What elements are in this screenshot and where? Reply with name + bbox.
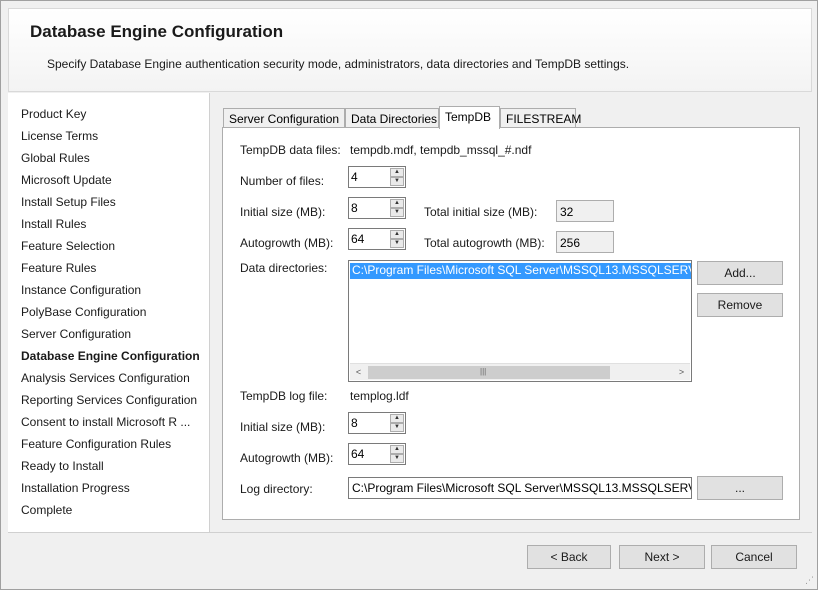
nav-item-ready-to-install[interactable]: Ready to Install: [21, 459, 104, 473]
next-button[interactable]: Next >: [619, 545, 705, 569]
number-of-files-value: 4: [351, 170, 358, 184]
page-title: Database Engine Configuration: [30, 22, 284, 41]
spin-down-icon[interactable]: ▼: [390, 208, 404, 217]
nav-item-license-terms[interactable]: License Terms: [21, 129, 98, 143]
spin-up-icon[interactable]: ▲: [390, 445, 404, 454]
nav-item-install-rules[interactable]: Install Rules: [21, 217, 86, 231]
spin-up-icon[interactable]: ▲: [390, 168, 404, 177]
tab-filestream[interactable]: FILESTREAM: [500, 108, 581, 129]
autogrowth-value: 64: [351, 232, 365, 246]
total-initial-size-value: 32: [560, 205, 574, 219]
spin-up-icon[interactable]: ▲: [390, 414, 404, 423]
tempdb-data-files-label: TempDB data files:: [240, 143, 341, 157]
nav-item-feature-configuration-rules[interactable]: Feature Configuration Rules: [21, 437, 171, 451]
log-autogrowth-stepper[interactable]: 64 ▲ ▼: [348, 443, 406, 465]
tempdb-log-file-value: templog.ldf: [350, 389, 409, 403]
nav-item-installation-progress[interactable]: Installation Progress: [21, 481, 130, 495]
log-directory-value: C:\Program Files\Microsoft SQL Server\MS…: [352, 481, 692, 495]
total-autogrowth-field: 256: [556, 231, 614, 253]
tab-tempdb[interactable]: TempDB: [439, 106, 500, 129]
nav-item-polybase-configuration[interactable]: PolyBase Configuration: [21, 305, 146, 319]
footer-divider: [8, 532, 812, 533]
log-directory-field[interactable]: C:\Program Files\Microsoft SQL Server\MS…: [348, 477, 692, 499]
data-directories-list[interactable]: C:\Program Files\Microsoft SQL Server\MS…: [348, 260, 692, 382]
initial-size-stepper[interactable]: 8 ▲ ▼: [348, 197, 406, 219]
log-initial-size-stepper[interactable]: 8 ▲ ▼: [348, 412, 406, 434]
scroll-thumb[interactable]: |||: [368, 366, 610, 379]
nav-item-reporting-services-configuration[interactable]: Reporting Services Configuration: [21, 393, 197, 407]
nav-item-analysis-services-configuration[interactable]: Analysis Services Configuration: [21, 371, 190, 385]
total-autogrowth-label: Total autogrowth (MB):: [424, 236, 545, 250]
log-autogrowth-value: 64: [351, 447, 365, 461]
scroll-right-icon[interactable]: >: [673, 364, 690, 381]
page-description: Specify Database Engine authentication s…: [47, 57, 630, 71]
initial-size-value: 8: [351, 201, 358, 215]
scroll-left-icon[interactable]: <: [350, 364, 367, 381]
nav-item-complete[interactable]: Complete: [21, 503, 72, 517]
data-directories-label: Data directories:: [240, 261, 328, 275]
list-item[interactable]: C:\Program Files\Microsoft SQL Server\MS…: [350, 263, 691, 279]
autogrowth-stepper[interactable]: 64 ▲ ▼: [348, 228, 406, 250]
spin-down-icon[interactable]: ▼: [390, 454, 404, 463]
back-button[interactable]: < Back: [527, 545, 611, 569]
remove-directory-button[interactable]: Remove: [697, 293, 783, 317]
nav-item-consent-microsoft-r[interactable]: Consent to install Microsoft R ...: [21, 415, 190, 429]
nav-item-feature-rules[interactable]: Feature Rules: [21, 261, 96, 275]
header-banner: Database Engine Configuration Specify Da…: [8, 8, 812, 92]
tempdb-data-files-value: tempdb.mdf, tempdb_mssql_#.ndf: [350, 143, 532, 157]
spin-down-icon[interactable]: ▼: [390, 239, 404, 248]
tab-server-configuration[interactable]: Server Configuration: [223, 108, 345, 129]
nav-item-instance-configuration[interactable]: Instance Configuration: [21, 283, 141, 297]
nav-item-feature-selection[interactable]: Feature Selection: [21, 239, 115, 253]
nav-item-install-setup-files[interactable]: Install Setup Files: [21, 195, 116, 209]
total-autogrowth-value: 256: [560, 236, 581, 250]
number-of-files-stepper[interactable]: 4 ▲ ▼: [348, 166, 406, 188]
setup-window: Database Engine Configuration Specify Da…: [0, 0, 818, 590]
nav-item-server-configuration[interactable]: Server Configuration: [21, 327, 131, 341]
spin-up-icon[interactable]: ▲: [390, 199, 404, 208]
spin-down-icon[interactable]: ▼: [390, 423, 404, 432]
nav-item-database-engine-configuration[interactable]: Database Engine Configuration: [21, 349, 200, 363]
log-initial-size-label: Initial size (MB):: [240, 420, 326, 434]
total-initial-size-label: Total initial size (MB):: [424, 205, 538, 219]
log-directory-label: Log directory:: [240, 482, 313, 496]
horizontal-scrollbar[interactable]: < ||| >: [350, 363, 690, 380]
tempdb-log-file-label: TempDB log file:: [240, 389, 328, 403]
tab-data-directories[interactable]: Data Directories: [345, 108, 439, 129]
nav-item-microsoft-update[interactable]: Microsoft Update: [21, 173, 112, 187]
wizard-nav: Product Key License Terms Global Rules M…: [8, 93, 210, 533]
spin-up-icon[interactable]: ▲: [390, 230, 404, 239]
nav-item-product-key[interactable]: Product Key: [21, 107, 86, 121]
nav-item-global-rules[interactable]: Global Rules: [21, 151, 90, 165]
log-initial-size-value: 8: [351, 416, 358, 430]
log-autogrowth-label: Autogrowth (MB):: [240, 451, 334, 465]
initial-size-label: Initial size (MB):: [240, 205, 326, 219]
spin-down-icon[interactable]: ▼: [390, 177, 404, 186]
browse-log-directory-button[interactable]: ...: [697, 476, 783, 500]
total-initial-size-field: 32: [556, 200, 614, 222]
number-of-files-label: Number of files:: [240, 174, 325, 188]
add-directory-button[interactable]: Add...: [697, 261, 783, 285]
cancel-button[interactable]: Cancel: [711, 545, 797, 569]
autogrowth-label: Autogrowth (MB):: [240, 236, 334, 250]
resize-grip-icon[interactable]: ⋰: [805, 575, 814, 586]
